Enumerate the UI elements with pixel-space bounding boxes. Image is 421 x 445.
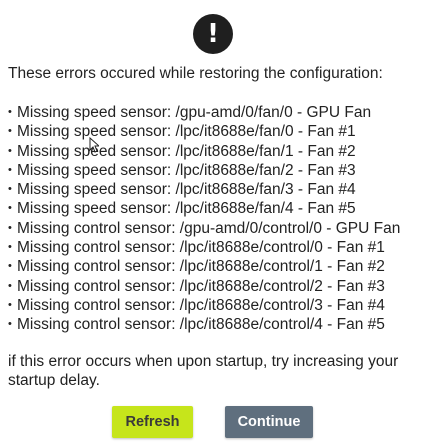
list-item: Missing control sensor: /lpc/it8688e/con… [8,257,421,276]
startup-delay-hint: if this error occurs when upon startup, … [8,353,399,389]
mouse-cursor-icon [89,137,99,153]
exclamation-circle-icon: ! [193,14,233,54]
list-item: Missing speed sensor: /lpc/it8688e/fan/3… [8,180,421,199]
dialog-intro-text: These errors occured while restoring the… [8,65,383,82]
list-item: Missing control sensor: /gpu-amd/0/contr… [8,219,421,238]
continue-button[interactable]: Continue [225,406,313,438]
refresh-button[interactable]: Refresh [112,406,193,438]
error-list: Missing speed sensor: /gpu-amd/0/fan/0 -… [8,103,421,335]
list-item: Missing control sensor: /lpc/it8688e/con… [8,296,421,315]
error-dialog: ! These errors occured while restoring t… [0,0,421,445]
list-item: Missing speed sensor: /lpc/it8688e/fan/1… [8,142,421,161]
list-item: Missing speed sensor: /lpc/it8688e/fan/0… [8,122,421,141]
list-item: Missing control sensor: /lpc/it8688e/con… [8,315,421,334]
list-item: Missing control sensor: /lpc/it8688e/con… [8,238,421,257]
list-item: Missing speed sensor: /lpc/it8688e/fan/2… [8,161,421,180]
list-item: Missing speed sensor: /gpu-amd/0/fan/0 -… [8,103,421,122]
exclamation-glyph: ! [207,19,219,49]
list-item: Missing speed sensor: /lpc/it8688e/fan/4… [8,199,421,218]
list-item: Missing control sensor: /lpc/it8688e/con… [8,277,421,296]
